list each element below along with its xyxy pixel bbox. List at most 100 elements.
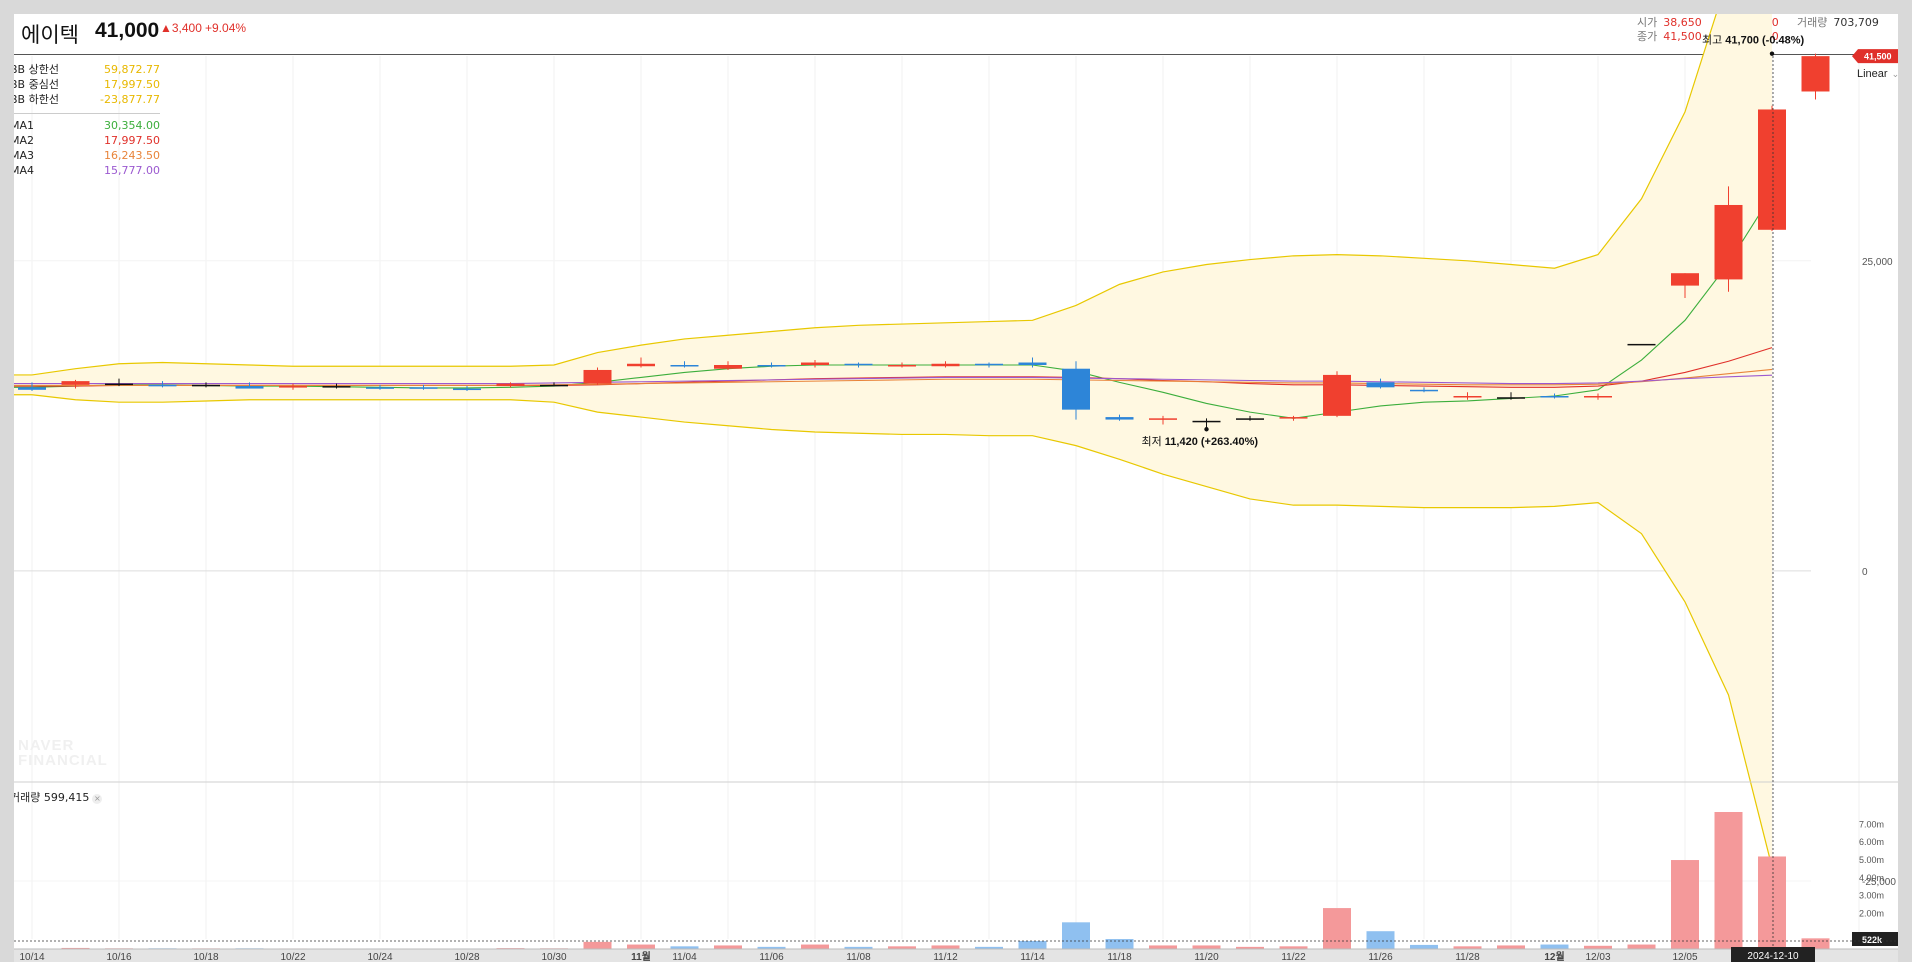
volume-bar (1671, 860, 1699, 949)
naver-financial-watermark: NAVER FINANCIAL (18, 738, 108, 768)
legend-bb-middle[interactable]: BB 중심선 17,997.50 (14, 77, 160, 92)
candle-body (453, 388, 481, 391)
x-tick-label: 11/28 (1455, 952, 1480, 962)
candle-body (1323, 374, 1351, 416)
candle-body (192, 384, 220, 387)
candle-body (583, 369, 612, 384)
indicator-legend: BB 상한선 59,872.77 BB 중심선 17,997.50 BB 하한선 -2… (14, 62, 160, 178)
low-marker (1204, 427, 1209, 432)
high-annotation: 최고 41,700 (-0.48%) (1702, 34, 1805, 47)
candle-body (1366, 382, 1395, 388)
x-tick-label: 11/26 (1368, 952, 1393, 962)
crosshair-date-label: 2024-12-10 (1747, 951, 1799, 962)
x-tick-label: 12월 (1544, 951, 1564, 962)
candle-body (235, 386, 264, 389)
volume-bar (1018, 940, 1047, 949)
x-tick-label: 11/20 (1194, 952, 1219, 962)
legend-bb-lower[interactable]: BB 하한선 -23,877.77 (14, 92, 160, 107)
candle-body (1105, 417, 1134, 420)
price-tick-label: 0 (1862, 567, 1868, 578)
candle-body (975, 363, 1003, 366)
volume-bar (714, 945, 742, 949)
volume-tag-label: 522k (1862, 935, 1883, 945)
volume-bar (1366, 931, 1395, 949)
volume-bar (1410, 944, 1438, 949)
bollinger-band-area (14, 14, 1772, 868)
chart-frame: 에이텍 41,000 ▲3,400 +9.04% 시가38,650 고가41,7… (14, 14, 1898, 962)
legend-label: BB 상한선 (14, 63, 59, 76)
candle-body (1627, 343, 1656, 346)
candle-body (1584, 396, 1612, 398)
volume-pane-label: 거래량 599,415 × (14, 789, 103, 805)
price-chart[interactable]: -25,000025,00050,000최고 41,700 (-0.48%)최저… (14, 14, 1898, 962)
legend-divider (14, 113, 160, 114)
scale-mode-dropdown[interactable]: Linear ⌄ (1857, 68, 1898, 80)
x-tick-label: 11/04 (672, 952, 697, 962)
volume-tick-label: 7.00m (1859, 819, 1884, 829)
volume-tick-label: 5.00m (1859, 855, 1884, 865)
candle-body (105, 383, 133, 386)
legend-bb-upper[interactable]: BB 상한선 59,872.77 (14, 62, 160, 77)
legend-value: 15,777.00 (104, 164, 160, 177)
x-tick-label: 10/28 (454, 952, 479, 962)
x-tick-label: 12/03 (1585, 952, 1610, 962)
x-tick-label: 11/22 (1281, 952, 1306, 962)
volume-bar (1497, 945, 1525, 949)
volume-tick-label: 3.00m (1859, 891, 1884, 901)
legend-label: MA4 (14, 164, 35, 177)
candle-body (757, 364, 786, 367)
candle-body (670, 364, 699, 367)
legend-label: BB 하한선 (14, 93, 59, 106)
candle-body (1018, 362, 1047, 365)
x-tick-label: 10/22 (280, 952, 305, 962)
candle-body (1149, 418, 1177, 420)
scale-mode-label: Linear (1857, 68, 1888, 80)
candle-body (1540, 396, 1569, 398)
volume-bar (1323, 908, 1351, 949)
legend-label: MA3 (14, 149, 35, 162)
volume-bar (1192, 945, 1221, 949)
volume-bar (1627, 944, 1656, 949)
chevron-down-icon: ⌄ (1891, 69, 1898, 79)
volume-bar (1062, 922, 1090, 949)
x-tick-label: 11/14 (1020, 952, 1045, 962)
legend-value: -23,877.77 (100, 93, 160, 106)
candle-body (1801, 56, 1830, 92)
volume-bar (801, 944, 829, 949)
x-tick-label: 12/05 (1672, 952, 1697, 962)
legend-ma2[interactable]: MA2 17,997.50 (14, 133, 160, 148)
x-tick-label: 11/12 (933, 952, 958, 962)
volume-bar (1540, 944, 1569, 949)
x-tick-label: 11/08 (846, 952, 871, 962)
candle-body (1497, 397, 1525, 399)
candle-body (1758, 109, 1786, 230)
candle-body (366, 387, 394, 389)
candle-body (322, 386, 351, 388)
low-annotation: 최저 11,420 (+263.40%) (1142, 435, 1259, 448)
candle-body (888, 364, 916, 367)
candle-body (1236, 418, 1264, 420)
candle-body (1279, 417, 1308, 419)
x-tick-label: 10/30 (541, 952, 566, 962)
candle-body (931, 363, 960, 367)
volume-pane-value: 599,415 (43, 791, 90, 804)
high-marker (1769, 51, 1775, 56)
x-tick-label: 11/06 (759, 952, 784, 962)
x-tick-label: 11월 (631, 951, 651, 962)
legend-ma4[interactable]: MA4 15,777.00 (14, 163, 160, 178)
volume-bar (1714, 812, 1743, 949)
volume-bar (1105, 939, 1134, 949)
candle-body (714, 364, 742, 369)
candle-body (540, 384, 568, 387)
candle-body (61, 381, 90, 385)
volume-bar (627, 944, 655, 949)
x-tick-label: 10/18 (193, 952, 218, 962)
close-icon[interactable]: × (92, 794, 103, 804)
legend-ma1[interactable]: MA1 30,354.00 (14, 118, 160, 133)
volume-bar (583, 941, 612, 949)
candle-body (496, 383, 525, 387)
last-price-tag-label: 41,500 (1864, 52, 1892, 62)
candle-body (1062, 368, 1090, 410)
legend-ma3[interactable]: MA3 16,243.50 (14, 148, 160, 163)
volume-tick-label: 2.00m (1859, 908, 1884, 918)
